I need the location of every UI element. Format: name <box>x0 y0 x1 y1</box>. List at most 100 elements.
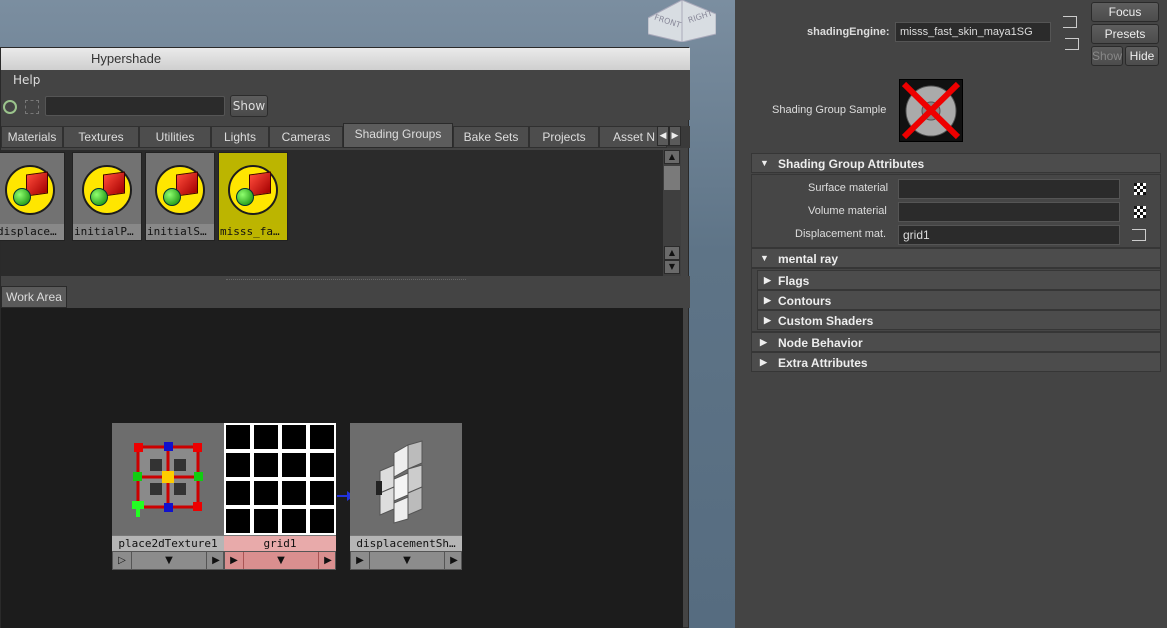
input-port-icon[interactable]: ▶ <box>353 552 367 569</box>
map-button-icon[interactable] <box>1134 183 1146 195</box>
menubar: Help <box>1 70 690 90</box>
toolbar: Show <box>1 90 690 120</box>
target-icon[interactable] <box>3 100 17 114</box>
tab-lights[interactable]: Lights <box>211 126 269 148</box>
shading-sample-swatch[interactable] <box>899 79 963 142</box>
collapse-icon: ▼ <box>760 158 769 168</box>
node-name: place2dTexture1 <box>112 535 224 551</box>
section-title: Shading Group Attributes <box>778 157 925 171</box>
node-place2dtexture[interactable]: place2dTexture1 ▷ ▼ ▶ <box>112 423 224 571</box>
expand-icon[interactable]: ▼ <box>243 552 319 569</box>
swatch-label: misss_fa… <box>219 224 287 240</box>
output-port-icon[interactable]: ▶ <box>209 552 223 569</box>
tab-utilities[interactable]: Utilities <box>139 126 211 148</box>
node-displacement-shader[interactable]: displacementSh… ▶ ▼ ▶ <box>350 423 462 571</box>
tab-bar: Materials Textures Utilities Lights Came… <box>1 123 690 148</box>
swatch-displacement[interactable]: displace… <box>0 152 65 241</box>
panel-splitter[interactable] <box>1 276 690 284</box>
hide-button[interactable]: Hide <box>1125 46 1159 66</box>
node-ports: ▷ ▼ ▶ <box>112 551 224 570</box>
tab-bake-sets[interactable]: Bake Sets <box>453 126 529 148</box>
focus-button[interactable]: Focus <box>1091 2 1159 22</box>
section-title: Extra Attributes <box>778 356 868 370</box>
scroll-thumb[interactable] <box>664 166 680 190</box>
tab-projects[interactable]: Projects <box>529 126 599 148</box>
work-area[interactable] <box>1 308 683 628</box>
shading-engine-field[interactable]: misss_fast_skin_maya1SG <box>895 22 1051 42</box>
collapse-icon: ▼ <box>760 253 769 263</box>
surface-material-field[interactable] <box>898 179 1120 199</box>
show-button[interactable]: Show <box>1091 46 1123 66</box>
expand-icon[interactable]: ▼ <box>369 552 445 569</box>
shading-group-icon <box>155 165 205 215</box>
tab-textures[interactable]: Textures <box>63 126 139 148</box>
section-title: Node Behavior <box>778 336 863 350</box>
viewcube[interactable]: FRONT RIGHT <box>648 0 716 42</box>
show-button[interactable]: Show <box>230 95 268 117</box>
presets-button[interactable]: Presets <box>1091 24 1159 44</box>
section-contours[interactable]: ▶ Contours <box>757 290 1161 310</box>
expand-icon: ▶ <box>764 275 771 285</box>
section-custom-shaders[interactable]: ▶ Custom Shaders <box>757 310 1161 330</box>
place2d-icon <box>112 423 224 535</box>
expand-icon[interactable]: ▼ <box>131 552 207 569</box>
tab-materials[interactable]: Materials <box>1 126 63 148</box>
displacement-icon <box>350 423 462 535</box>
scroll-down-icon[interactable]: ▼ <box>664 260 680 274</box>
swatch-misss-fast-skin[interactable]: misss_fa… <box>218 152 288 241</box>
output-connection-icon[interactable] <box>1065 38 1079 50</box>
tab-scroll-left-icon[interactable]: ◀ <box>657 126 669 146</box>
section-extra-attributes[interactable]: ▶ Extra Attributes <box>751 352 1161 372</box>
shading-group-attributes-panel: Surface material Volume material Displac… <box>751 174 1161 248</box>
input-connection-icon[interactable] <box>1063 16 1077 28</box>
section-shading-group-attributes[interactable]: ▼ Shading Group Attributes <box>751 153 1161 173</box>
section-title: Contours <box>778 294 832 308</box>
expand-icon: ▶ <box>764 295 771 305</box>
scroll-up-icon[interactable]: ▲ <box>664 150 680 164</box>
output-port-icon[interactable]: ▶ <box>447 552 461 569</box>
section-node-behavior[interactable]: ▶ Node Behavior <box>751 332 1161 352</box>
expand-icon: ▶ <box>760 337 767 347</box>
input-port-icon[interactable]: ▶ <box>227 552 241 569</box>
tab-cameras[interactable]: Cameras <box>269 126 343 148</box>
no-preview-icon <box>901 81 961 140</box>
node-ports: ▶ ▼ ▶ <box>350 551 462 570</box>
swatch-initial-shading[interactable]: initialS… <box>145 152 215 241</box>
shading-engine-label: shadingEngine: <box>807 26 890 38</box>
displacement-mat-field[interactable]: grid1 <box>898 225 1120 245</box>
input-connection-icon[interactable] <box>1132 229 1146 241</box>
volume-material-field[interactable] <box>898 202 1120 222</box>
shading-group-icon <box>82 165 132 215</box>
select-region-icon[interactable] <box>25 100 39 114</box>
section-flags[interactable]: ▶ Flags <box>757 270 1161 290</box>
shading-group-icon <box>228 165 278 215</box>
swatch-initial-particle[interactable]: initialP… <box>72 152 142 241</box>
tab-work-area[interactable]: Work Area <box>1 286 67 308</box>
volume-material-label: Volume material <box>808 205 887 217</box>
menu-help[interactable]: Help <box>13 73 40 87</box>
swatch-label: displace… <box>0 224 64 240</box>
expand-icon: ▶ <box>764 315 771 325</box>
connection-arrow[interactable] <box>337 491 354 501</box>
map-button-icon[interactable] <box>1134 206 1146 218</box>
tab-shading-groups[interactable]: Shading Groups <box>343 123 453 148</box>
swatch-label: initialS… <box>146 224 214 240</box>
tab-scroll-right-icon[interactable]: ▶ <box>669 126 681 146</box>
attribute-editor: shadingEngine: misss_fast_skin_maya1SG F… <box>745 0 1167 628</box>
section-mental-ray[interactable]: ▼ mental ray <box>751 248 1161 268</box>
input-port-icon[interactable]: ▷ <box>115 552 129 569</box>
panel-divider[interactable] <box>735 0 745 628</box>
grid-texture-icon <box>224 423 336 535</box>
hypershade-window: Hypershade Help Show Materials Textures … <box>0 47 690 628</box>
node-name: grid1 <box>224 535 336 551</box>
swatch-scrollbar[interactable]: ▲ ▲ ▼ <box>663 150 681 276</box>
output-port-icon[interactable]: ▶ <box>321 552 335 569</box>
search-input[interactable] <box>45 96 225 116</box>
node-grid1[interactable]: grid1 ▶ ▼ ▶ <box>224 423 336 571</box>
displacement-mat-label: Displacement mat. <box>795 228 887 240</box>
expand-icon: ▶ <box>760 357 767 367</box>
work-area-tabbar: Work Area <box>1 284 690 308</box>
scroll-up-icon[interactable]: ▲ <box>664 246 680 260</box>
window-titlebar[interactable]: Hypershade <box>1 48 690 70</box>
surface-material-label: Surface material <box>808 182 889 194</box>
